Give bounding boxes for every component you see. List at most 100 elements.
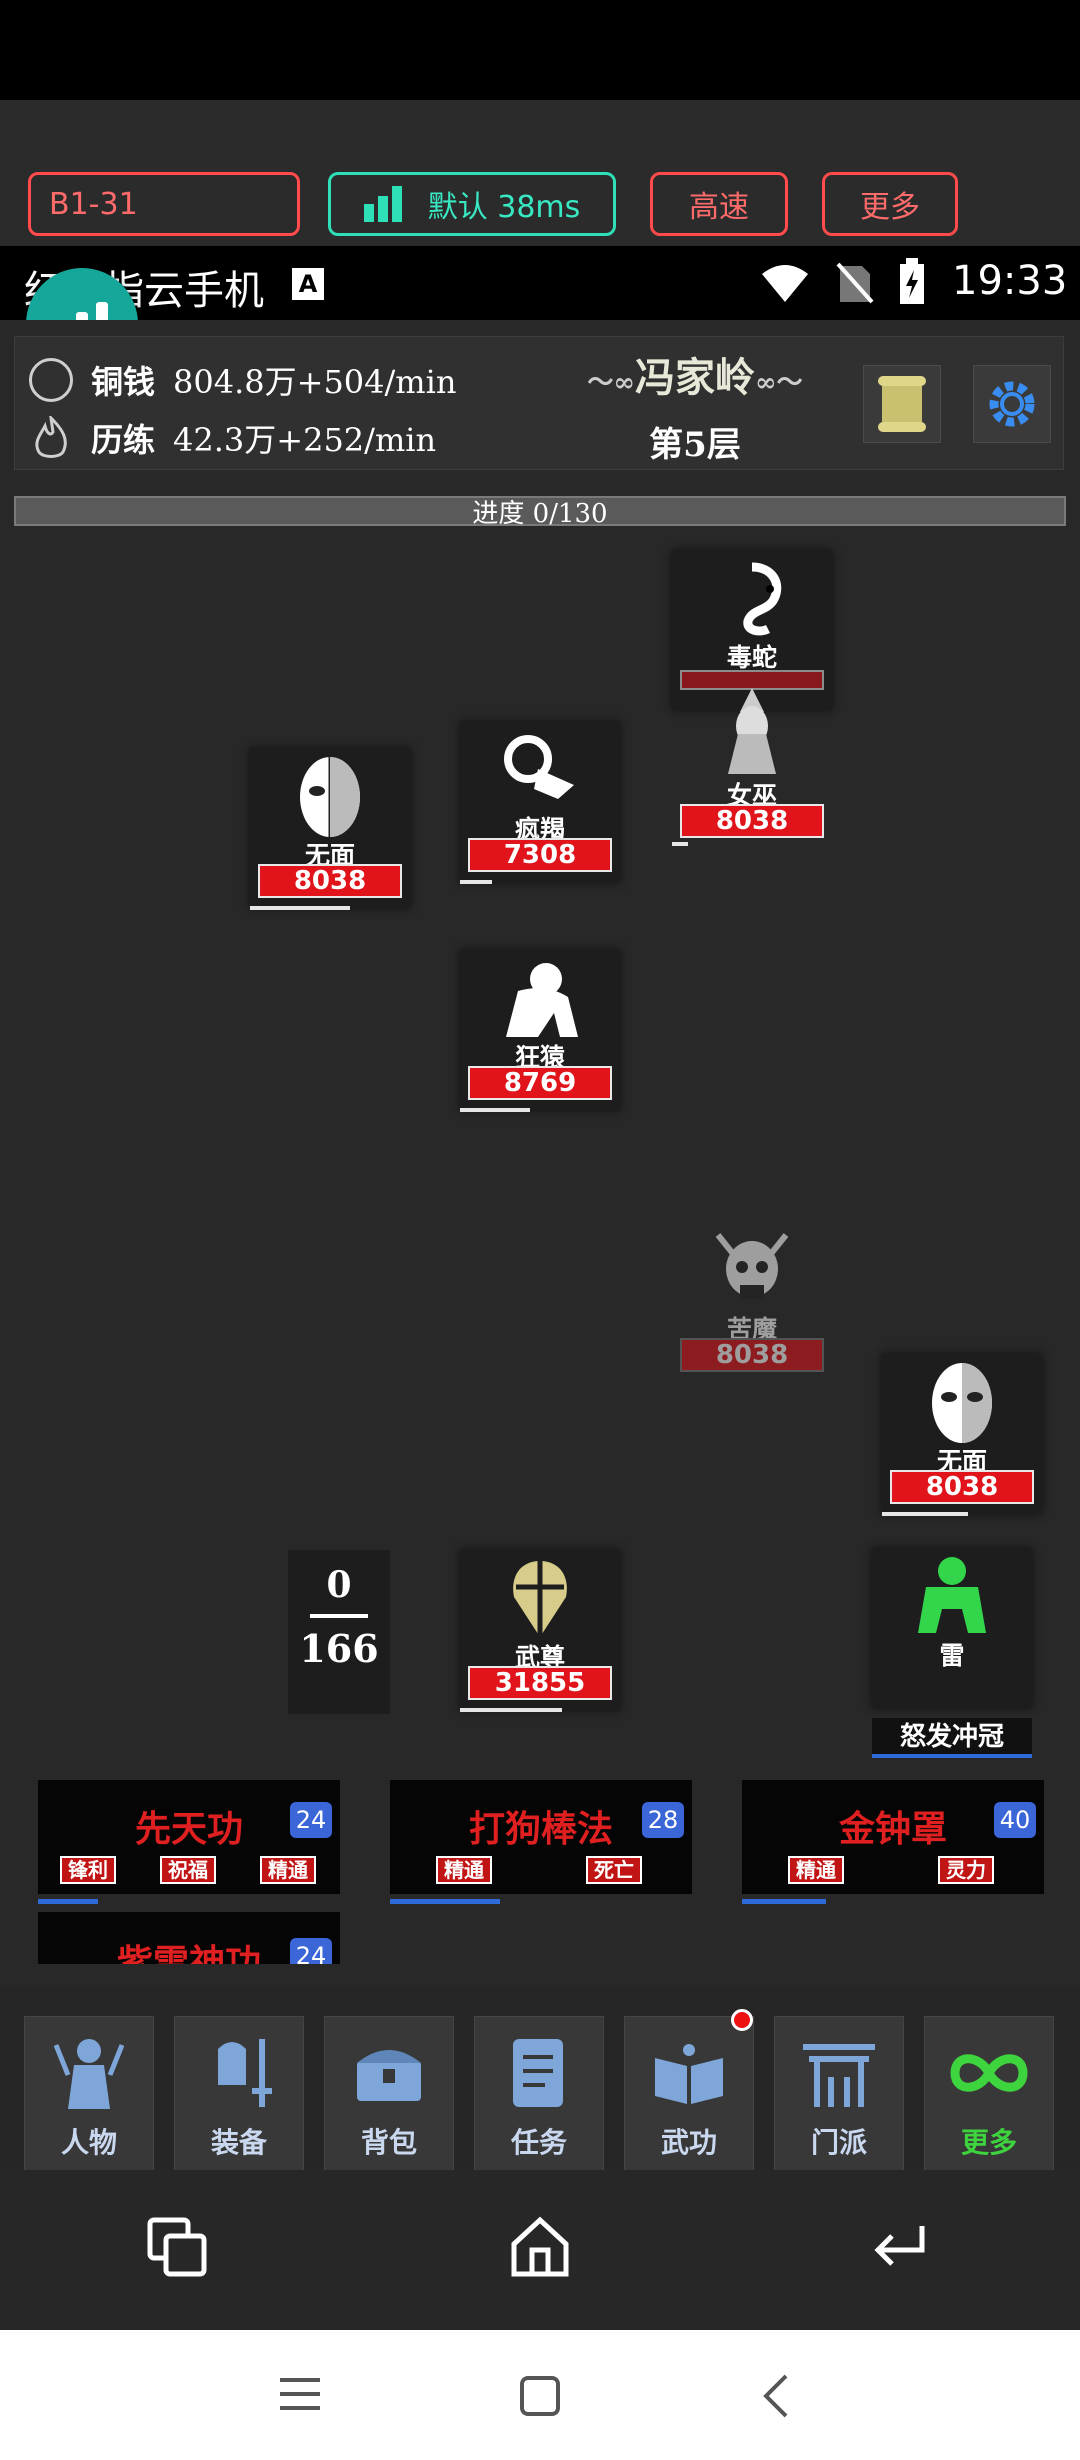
nav-martial-arts[interactable]: 武功: [624, 2009, 754, 2172]
system-nav-bar: [0, 2330, 1080, 2460]
skill-cooldown-bar: [742, 1899, 826, 1904]
enemy-card[interactable]: 苦魔 8038: [672, 1222, 832, 1382]
enemy-card[interactable]: 无面 8038: [250, 748, 410, 910]
enemy-hp: 8769: [468, 1066, 612, 1100]
status-bar: 红手指云手机 A 19:33: [0, 246, 1080, 320]
skill-tag: 灵力: [938, 1856, 994, 1884]
snake-icon: [707, 554, 797, 644]
mask-icon: [917, 1358, 1007, 1448]
coin-icon: [29, 358, 73, 402]
speed-button-label: 高速: [689, 190, 749, 225]
exp-value: 42.3万+252/min: [173, 421, 437, 459]
battery-charging-icon: [900, 258, 924, 304]
skill-tag: 精通: [436, 1856, 492, 1884]
ram-icon: [495, 726, 585, 816]
exp-label: 历练: [91, 421, 156, 459]
skill-tag: 精通: [788, 1856, 844, 1884]
enemy-card[interactable]: 疯羯 7308: [460, 722, 620, 884]
open-book-icon: [649, 2033, 729, 2113]
more-button[interactable]: 更多: [822, 172, 958, 236]
ornament-right-icon: ∞〜: [755, 368, 803, 398]
speed-button[interactable]: 高速: [650, 172, 788, 236]
game-area: 铜钱 804.8万+504/min 历练 42.3万+252/min 〜∞冯家岭…: [0, 320, 1080, 2172]
nav-bag[interactable]: 背包: [324, 2016, 454, 2172]
signal-bars-icon: [363, 186, 402, 222]
player-hp: 31855: [468, 1666, 612, 1700]
gorilla-icon: [495, 954, 585, 1044]
nav-sect[interactable]: 门派: [774, 2016, 904, 2172]
enemy-cooldown-bar: [460, 880, 492, 884]
skill-tag: 锋利: [60, 1856, 116, 1884]
menu-icon[interactable]: [278, 2374, 322, 2414]
nav-quest[interactable]: 任务: [474, 2016, 604, 2172]
more-button-label: 更多: [860, 190, 920, 225]
nav-label: 人物: [60, 2126, 117, 2159]
chest-icon: [349, 2033, 429, 2113]
counter-divider: [310, 1614, 368, 1618]
progress-label: 进度 0/130: [472, 498, 608, 529]
device-button[interactable]: B1-31: [28, 172, 300, 236]
enemy-card[interactable]: 狂猿 8769: [460, 950, 620, 1112]
enemy-card[interactable]: 女巫 8038: [672, 680, 832, 846]
settings-button[interactable]: [973, 365, 1051, 443]
nav-more[interactable]: 更多: [924, 2016, 1054, 2172]
cloud-nav-bar: [0, 2170, 1080, 2330]
home-icon[interactable]: [508, 2214, 572, 2280]
enemy-hp: 8038: [680, 804, 824, 838]
skill-slot[interactable]: 先天功 24 锋利 祝福 精通: [38, 1780, 340, 1904]
game-header: 铜钱 804.8万+504/min 历练 42.3万+252/min 〜∞冯家岭…: [14, 336, 1064, 470]
network-button[interactable]: 默认 38ms: [328, 172, 616, 236]
flame-icon: [35, 416, 67, 458]
floor-label: 第5层: [649, 425, 741, 465]
ally-skill-label: 怒发冲冠: [872, 1718, 1032, 1758]
nav-character[interactable]: 人物: [24, 2016, 154, 2172]
nav-label: 装备: [210, 2126, 267, 2159]
exp-row: 历练 42.3万+252/min: [29, 415, 436, 461]
skill-level-badge: 24: [290, 1938, 332, 1964]
scroll-button[interactable]: [863, 365, 941, 443]
skill-slot[interactable]: 打狗棒法 28 精通 死亡: [390, 1780, 692, 1904]
enemy-name: 毒蛇: [726, 643, 777, 672]
gear-icon: [989, 381, 1035, 427]
skill-tag: 死亡: [586, 1856, 642, 1884]
ally-card[interactable]: 雷: [872, 1548, 1032, 1708]
copper-value: 804.8万+504/min: [173, 363, 457, 401]
nav-equipment[interactable]: 装备: [174, 2016, 304, 2172]
witch-icon: [707, 684, 797, 774]
ally-name: 雷: [939, 1641, 965, 1670]
enemy-card[interactable]: 无面 8038: [882, 1354, 1042, 1516]
skill-slot[interactable]: 金钟罩 40 精通 灵力: [742, 1780, 1044, 1904]
chevron-left-icon[interactable]: [758, 2372, 794, 2420]
clock: 19:33: [952, 258, 1068, 304]
counter-bottom: 166: [299, 1626, 379, 1671]
enemy-hp: 8038: [680, 1338, 824, 1372]
back-icon[interactable]: [868, 2220, 932, 2276]
enemy-cooldown-bar: [250, 906, 350, 910]
location-title: 〜∞冯家岭∞〜: [545, 345, 845, 403]
enemy-cooldown-bar: [882, 1512, 968, 1516]
nav-label: 更多: [960, 2126, 1017, 2159]
copper-row: 铜钱 804.8万+504/min: [29, 357, 457, 403]
enemy-hp: 7308: [468, 838, 612, 872]
enemy-hp: 8038: [890, 1470, 1034, 1504]
enemy-hp: 8038: [258, 864, 402, 898]
character-icon: [49, 2033, 129, 2113]
player-card[interactable]: 武尊 31855: [460, 1550, 620, 1712]
notification-dot: [731, 2009, 753, 2031]
skill-tag: 精通: [260, 1856, 316, 1884]
skill-cooldown-bar: [390, 1899, 500, 1904]
player-cooldown-bar: [460, 1708, 562, 1712]
enemy-cooldown-bar: [672, 842, 688, 846]
nav-label: 背包: [360, 2126, 417, 2159]
scroll-icon: [878, 376, 926, 432]
skill-tag: 祝福: [160, 1856, 216, 1884]
square-home-icon[interactable]: [518, 2374, 562, 2418]
location-name: 冯家岭: [635, 354, 755, 401]
skill-level-badge: 40: [994, 1802, 1036, 1838]
a-icon: A: [292, 268, 324, 300]
skill-slot[interactable]: 紫雷神功 24: [38, 1912, 340, 1964]
recent-apps-icon[interactable]: [146, 2216, 210, 2280]
gate-icon: [799, 2033, 879, 2113]
nav-label: 任务: [510, 2126, 567, 2159]
wifi-icon: [762, 265, 808, 302]
